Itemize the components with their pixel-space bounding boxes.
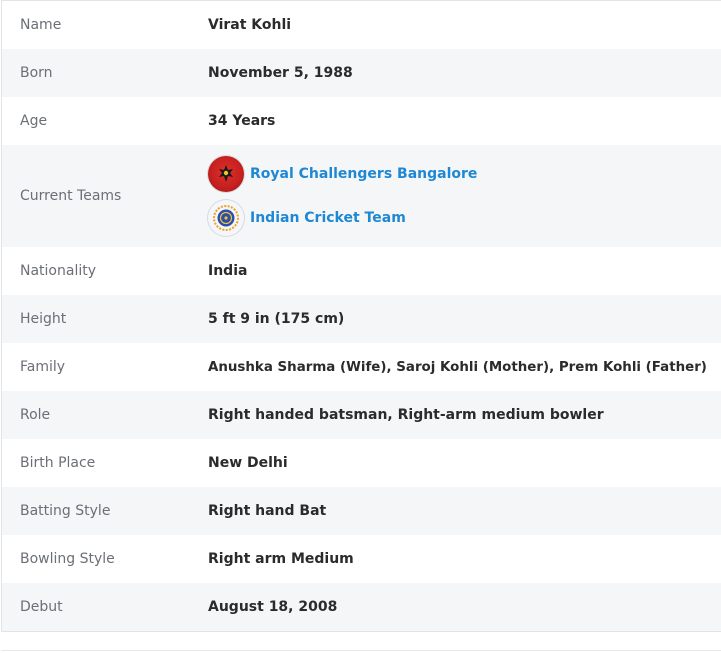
row-label: Current Teams <box>20 188 122 204</box>
row-value: 5 ft 9 in (175 cm) <box>208 311 345 327</box>
team-link-rcb[interactable]: Royal Challengers Bangalore <box>208 156 477 192</box>
info-row-current-teams: Current Teams Royal Challengers Bangalor… <box>2 145 721 247</box>
info-row-bowling-style: Bowling Style Right arm Medium <box>2 535 721 583</box>
row-label: Name <box>20 17 62 33</box>
info-row-born: Born November 5, 1988 <box>2 49 721 97</box>
team-link-india[interactable]: Indian Cricket Team <box>208 200 477 236</box>
row-value: India <box>208 263 248 279</box>
row-label: Height <box>20 311 67 327</box>
row-label: Birth Place <box>20 455 96 471</box>
team-name: Indian Cricket Team <box>250 210 406 226</box>
row-value: August 18, 2008 <box>208 599 338 615</box>
row-label: Debut <box>20 599 63 615</box>
row-label: Batting Style <box>20 503 111 519</box>
info-row-birth-place: Birth Place New Delhi <box>2 439 721 487</box>
info-row-age: Age 34 Years <box>2 97 721 145</box>
rcb-logo-icon <box>208 156 244 192</box>
info-row-family: Family Anushka Sharma (Wife), Saroj Kohl… <box>2 343 721 391</box>
row-label: Nationality <box>20 263 97 279</box>
row-label: Family <box>20 359 66 375</box>
player-info-table: Name Virat Kohli Born November 5, 1988 A… <box>1 0 721 632</box>
info-row-debut: Debut August 18, 2008 <box>2 583 721 631</box>
info-row-height: Height 5 ft 9 in (175 cm) <box>2 295 721 343</box>
bottom-divider <box>1 650 721 651</box>
info-row-batting-style: Batting Style Right hand Bat <box>2 487 721 535</box>
row-value: November 5, 1988 <box>208 65 353 81</box>
info-row-nationality: Nationality India <box>2 247 721 295</box>
row-value: Right hand Bat <box>208 503 327 519</box>
row-value: Right arm Medium <box>208 551 354 567</box>
row-value: Virat Kohli <box>208 17 292 33</box>
row-value: New Delhi <box>208 455 288 471</box>
row-label: Bowling Style <box>20 551 115 567</box>
team-name: Royal Challengers Bangalore <box>250 166 478 182</box>
teams-list: Royal Challengers Bangalore Indian Crick… <box>208 156 477 236</box>
row-value: Anushka Sharma (Wife), Saroj Kohli (Moth… <box>208 359 707 375</box>
bcci-logo-icon <box>208 200 244 236</box>
row-label: Born <box>20 65 53 81</box>
row-label: Role <box>20 407 51 423</box>
row-value: Right handed batsman, Right-arm medium b… <box>208 407 604 423</box>
info-row-role: Role Right handed batsman, Right-arm med… <box>2 391 721 439</box>
row-value: 34 Years <box>208 113 276 129</box>
row-label: Age <box>20 113 48 129</box>
info-row-name: Name Virat Kohli <box>2 1 721 49</box>
